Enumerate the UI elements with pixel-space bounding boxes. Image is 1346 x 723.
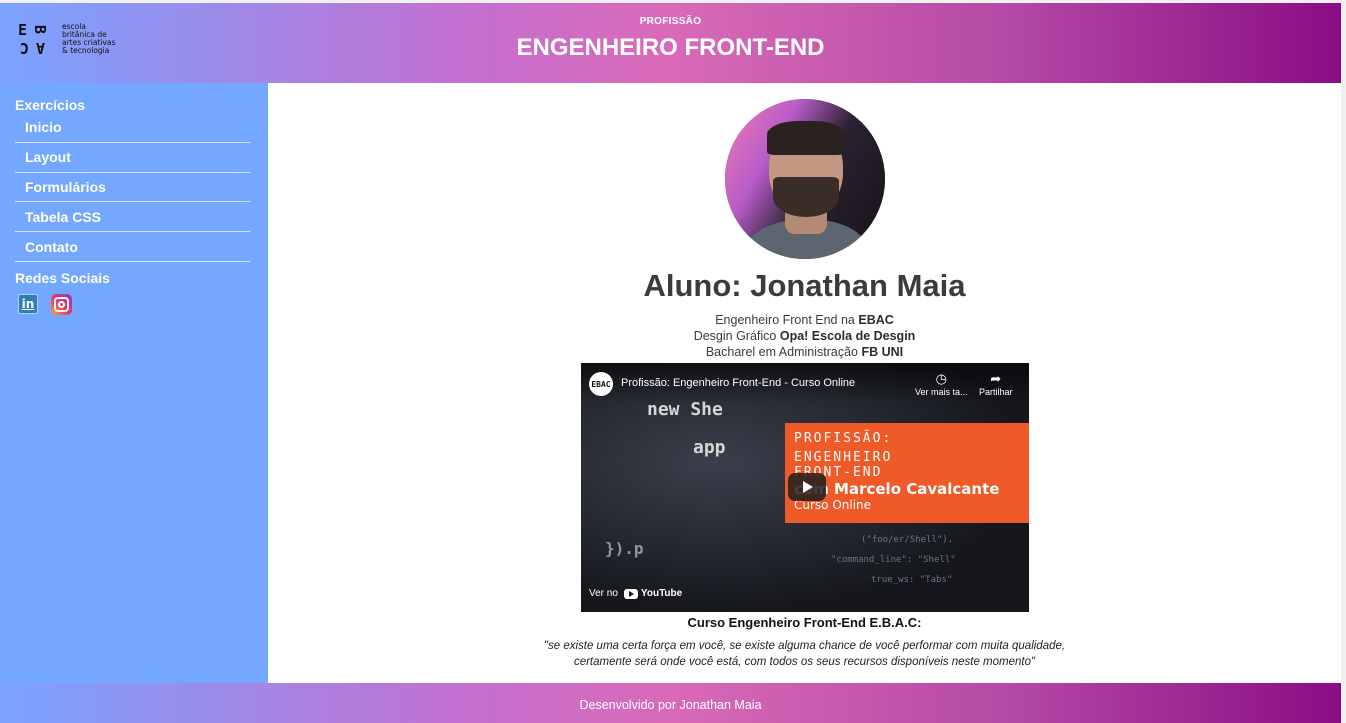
sidebar-item-formularios: Formulários bbox=[15, 173, 250, 203]
bio-line: Engenheiro Front End na EBAC bbox=[268, 312, 1341, 328]
sidebar-link-tabela-css[interactable]: Tabela CSS bbox=[25, 209, 101, 225]
bio-bold: EBAC bbox=[858, 313, 894, 327]
bio-text: Desgin Gráfico bbox=[693, 329, 780, 343]
sidebar-item-inicio: Inicio bbox=[15, 113, 250, 143]
header: E B C A escola britânica de artes criati… bbox=[0, 3, 1341, 83]
course-title: Curso Engenheiro Front-End E.B.A.C: bbox=[687, 615, 922, 630]
video-code-text: ("foo/er/Shell"). bbox=[861, 535, 954, 545]
header-title-block: PROFISSÃO ENGENHEIRO FRONT-END bbox=[0, 16, 1341, 62]
watch-on-youtube-link[interactable]: Ver no YouTube bbox=[589, 588, 682, 599]
bio-bold: Opa! Escola de Desgin bbox=[779, 329, 916, 343]
sidebar: Exercícios Inicio Layout Formulários Tab… bbox=[0, 83, 268, 683]
share-icon: ➦ bbox=[990, 371, 1002, 386]
sidebar-item-contato: Contato bbox=[15, 232, 250, 262]
student-name: Aluno: Jonathan Maia bbox=[643, 268, 966, 303]
avatar-beard bbox=[773, 177, 839, 217]
footer-text: Desenvolvido por Jonathan Maia bbox=[579, 698, 762, 712]
youtube-wordmark: YouTube bbox=[640, 588, 683, 599]
sidebar-item-tabela-css: Tabela CSS bbox=[15, 202, 250, 233]
share-button[interactable]: ➦ Partilhar bbox=[979, 371, 1013, 397]
sidebar-link-formularios[interactable]: Formulários bbox=[25, 179, 106, 195]
header-subtitle: PROFISSÃO bbox=[639, 16, 702, 27]
channel-avatar[interactable]: EBAC bbox=[589, 372, 613, 396]
quote-line: "se existe uma certa força em você, se e… bbox=[543, 640, 1066, 652]
bio: Engenheiro Front End na EBAC Desgin Gráf… bbox=[268, 312, 1341, 360]
overlay-line: FRONT-END bbox=[794, 465, 883, 480]
overlay-line: Curso Online bbox=[794, 498, 872, 512]
watch-later-label: Ver mais ta... bbox=[915, 387, 968, 397]
avatar-hair bbox=[767, 121, 845, 155]
video-code-text: "command_line": "Shell" bbox=[831, 555, 956, 565]
video-code-text: app bbox=[693, 437, 726, 458]
footer: Desenvolvido por Jonathan Maia bbox=[0, 683, 1341, 723]
social-icons: in bbox=[15, 293, 253, 315]
overlay-line: com Marcelo Cavalcante bbox=[794, 480, 1000, 498]
sidebar-heading-social: Redes Sociais bbox=[15, 269, 110, 286]
bio-line: Desgin Gráfico Opa! Escola de Desgin bbox=[268, 328, 1341, 344]
video-code-text: true_ws: "Tabs" bbox=[871, 575, 953, 585]
linkedin-icon[interactable]: in bbox=[18, 293, 38, 314]
share-label: Partilhar bbox=[979, 387, 1013, 397]
quote-line: certamente será onde você está, com todo… bbox=[573, 656, 1036, 668]
youtube-logo: YouTube bbox=[623, 588, 683, 599]
avatar bbox=[725, 99, 885, 259]
sidebar-menu: Inicio Layout Formulários Tabela CSS Con… bbox=[15, 113, 253, 262]
instagram-icon[interactable] bbox=[51, 293, 72, 315]
watch-later-button[interactable]: ◷ Ver mais ta... bbox=[915, 371, 968, 397]
bio-bold: FB UNI bbox=[861, 345, 904, 359]
bio-text: Engenheiro Front End na bbox=[715, 313, 859, 327]
scrollbar-gutter bbox=[1341, 3, 1346, 723]
video-embed[interactable]: new She app }).p ("foo/er/Shell"). "comm… bbox=[581, 363, 1029, 612]
page-title: ENGENHEIRO FRONT-END bbox=[516, 34, 825, 61]
page: E B C A escola britânica de artes criati… bbox=[0, 0, 1346, 723]
sidebar-link-layout[interactable]: Layout bbox=[25, 149, 71, 165]
youtube-play-icon bbox=[623, 588, 638, 599]
sidebar-link-inicio[interactable]: Inicio bbox=[25, 119, 62, 135]
clock-icon: ◷ bbox=[935, 371, 947, 386]
overlay-line: PROFISSÃO: bbox=[794, 431, 893, 446]
play-button[interactable] bbox=[788, 473, 826, 501]
bio-text: Bacharel em Administração bbox=[705, 345, 862, 359]
sidebar-item-layout: Layout bbox=[15, 143, 250, 173]
main-content: Aluno: Jonathan Maia Engenheiro Front En… bbox=[268, 83, 1341, 683]
sidebar-heading-exercises: Exercícios bbox=[15, 97, 86, 113]
video-title[interactable]: Profissão: Engenheiro Front-End - Curso … bbox=[621, 377, 855, 389]
bio-line: Bacharel em Administração FB UNI bbox=[268, 344, 1341, 360]
sidebar-link-contato[interactable]: Contato bbox=[25, 239, 78, 255]
video-code-text: }).p bbox=[605, 539, 644, 558]
quote: "se existe uma certa força em você, se e… bbox=[268, 638, 1341, 670]
watch-on-label: Ver no bbox=[589, 588, 618, 599]
